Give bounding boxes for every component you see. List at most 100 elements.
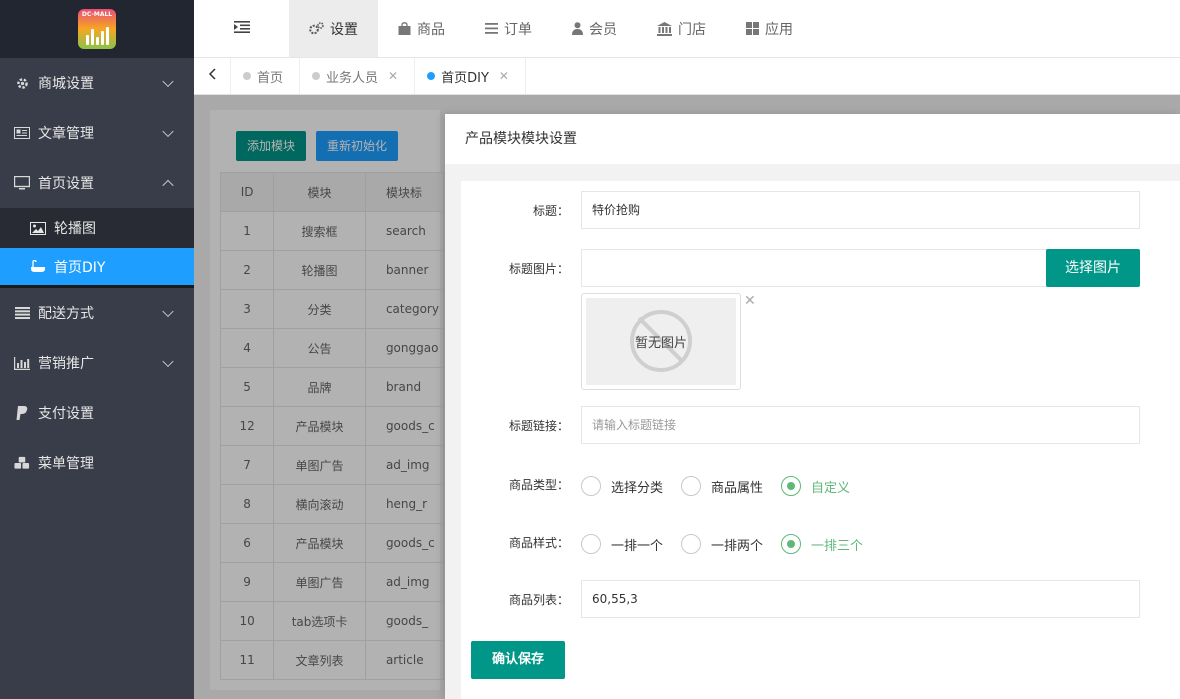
close-icon[interactable]: ✕ — [499, 69, 509, 83]
top-menu-label: 会员 — [589, 21, 617, 38]
sidebar-item-label: 菜单管理 — [38, 456, 94, 472]
indent-icon — [233, 20, 250, 37]
tab-dot-icon — [427, 72, 436, 80]
goods-list-input[interactable]: 60,55,3 — [581, 580, 1140, 618]
goods-type-custom-radio[interactable]: 自定义 — [781, 476, 850, 496]
choose-image-button[interactable]: 选择图片 — [1046, 249, 1140, 287]
chevron-down-icon — [162, 305, 174, 318]
goods-list-label: 商品列表： — [508, 593, 569, 607]
tab-label: 业务人员 — [326, 70, 379, 86]
top-menu-settings[interactable]: 设置 — [289, 0, 378, 57]
settings-form: 标题： 特价抢购 标题图片： 选择图片 暂无图片 ✕ 标题链接： 请输入标题链接… — [461, 181, 1180, 699]
gear-icon — [14, 75, 30, 91]
remove-image-icon[interactable]: ✕ — [744, 293, 756, 309]
title-image-label: 标题图片： — [508, 262, 569, 276]
tab-label: 首页 — [257, 70, 284, 86]
title-image-input[interactable] — [581, 249, 1047, 287]
title-link-input[interactable]: 请输入标题链接 — [581, 406, 1140, 444]
bath-icon — [30, 259, 46, 274]
shopping-bag-icon — [398, 22, 411, 35]
top-menu-orders[interactable]: 订单 — [465, 0, 552, 57]
chevron-down-icon — [162, 75, 174, 88]
chevron-down-icon — [162, 355, 174, 368]
cogs-icon — [309, 22, 324, 35]
tab-dot-icon — [243, 72, 251, 80]
tab-staff[interactable]: 业务人员 ✕ — [300, 58, 416, 94]
top-menu: 设置 商品 订单 会员 门店 应用 — [289, 0, 813, 57]
goods-type-label: 商品类型： — [508, 478, 569, 492]
grid-icon — [746, 22, 759, 35]
top-menu-label: 订单 — [504, 21, 532, 38]
chevron-left-icon — [208, 68, 216, 84]
sidebar-item-homepage-settings[interactable]: 首页设置 — [0, 158, 194, 208]
close-icon[interactable]: ✕ — [388, 69, 398, 83]
top-menu-label: 商品 — [417, 21, 445, 38]
module-settings-panel: 产品模块模块设置 标题： 特价抢购 标题图片： 选择图片 暂无图片 ✕ 标题链接… — [445, 114, 1180, 699]
bank-icon — [657, 21, 672, 36]
sidebar-item-label: 营销推广 — [38, 356, 94, 372]
top-header: 设置 商品 订单 会员 门店 应用 — [194, 0, 1180, 58]
goods-style-three-radio[interactable]: 一排三个 — [781, 534, 863, 554]
goods-type-attribute-radio[interactable]: 商品属性 — [681, 476, 763, 496]
title-input[interactable]: 特价抢购 — [581, 191, 1140, 229]
bar-chart-icon — [14, 355, 30, 371]
top-menu-label: 设置 — [330, 21, 358, 38]
sidebar-item-marketing[interactable]: 营销推广 — [0, 338, 194, 388]
sidebar-item-mall-settings[interactable]: 商城设置 — [0, 58, 194, 108]
top-menu-members[interactable]: 会员 — [552, 0, 637, 57]
tabs-scroll-left-button[interactable] — [194, 58, 231, 94]
title-link-label: 标题链接： — [508, 419, 569, 433]
sidebar-item-label: 配送方式 — [38, 306, 94, 322]
sidebar: DC-MALL 商城设置 文章管理 首页设置 轮播图 首页DIY 配送方式 营销… — [0, 0, 194, 699]
paypal-icon — [14, 405, 30, 421]
sidebar-item-menu-management[interactable]: 菜单管理 — [0, 438, 194, 488]
goods-type-radio-group: 选择分类 商品属性 自定义 — [581, 476, 868, 496]
sidebar-item-delivery[interactable]: 配送方式 — [0, 288, 194, 338]
cubes-icon — [14, 455, 30, 471]
top-menu-apps[interactable]: 应用 — [726, 0, 813, 57]
tab-home[interactable]: 首页 — [231, 58, 301, 94]
sidebar-toggle-button[interactable] — [194, 0, 289, 57]
panel-body: 标题： 特价抢购 标题图片： 选择图片 暂无图片 ✕ 标题链接： 请输入标题链接… — [445, 164, 1180, 699]
goods-style-one-radio[interactable]: 一排一个 — [581, 534, 663, 554]
goods-style-label: 商品样式： — [508, 536, 569, 550]
top-menu-label: 应用 — [765, 21, 793, 38]
sidebar-item-payment[interactable]: 支付设置 — [0, 388, 194, 438]
sidebar-item-label: 文章管理 — [38, 126, 94, 142]
sidebar-nav: 商城设置 文章管理 首页设置 轮播图 首页DIY 配送方式 营销推广 支付设置 … — [0, 58, 194, 488]
top-menu-goods[interactable]: 商品 — [378, 0, 465, 57]
sidebar-submenu: 轮播图 首页DIY — [0, 208, 194, 288]
top-menu-stores[interactable]: 门店 — [637, 0, 726, 57]
tab-label: 首页DIY — [441, 70, 489, 86]
sidebar-subitem-homepage-diy[interactable]: 首页DIY — [0, 248, 194, 288]
no-image-placeholder: 暂无图片 — [586, 298, 736, 385]
logo-area: DC-MALL — [0, 0, 194, 58]
sidebar-item-label: 商城设置 — [38, 76, 94, 92]
image-preview: 暂无图片 — [581, 293, 741, 390]
top-menu-label: 门店 — [678, 21, 706, 38]
sidebar-subitem-carousel[interactable]: 轮播图 — [0, 208, 194, 248]
list-icon — [485, 23, 498, 34]
sidebar-item-label: 支付设置 — [38, 406, 94, 422]
user-icon — [572, 22, 583, 35]
goods-style-two-radio[interactable]: 一排两个 — [681, 534, 763, 554]
sidebar-item-label: 首页设置 — [38, 176, 94, 192]
title-label: 标题： — [532, 204, 569, 218]
monitor-icon — [14, 175, 30, 191]
logo[interactable]: DC-MALL — [78, 9, 116, 49]
page-tabs: 首页 业务人员 ✕ 首页DIY ✕ — [194, 58, 1180, 95]
logo-text: DC-MALL — [81, 11, 113, 18]
panel-title: 产品模块模块设置 — [445, 114, 1180, 164]
chevron-up-icon — [162, 179, 174, 192]
tab-homepage-diy[interactable]: 首页DIY ✕ — [415, 58, 526, 94]
sidebar-subitem-label: 轮播图 — [54, 221, 96, 237]
goods-type-category-radio[interactable]: 选择分类 — [581, 476, 663, 496]
sidebar-subitem-label: 首页DIY — [54, 259, 106, 276]
newspaper-icon — [14, 125, 30, 141]
tab-dot-icon — [312, 72, 321, 80]
sidebar-item-article-management[interactable]: 文章管理 — [0, 108, 194, 158]
list-icon — [14, 305, 30, 321]
goods-style-radio-group: 一排一个 一排两个 一排三个 — [581, 534, 881, 554]
image-icon — [30, 221, 46, 235]
confirm-save-button[interactable]: 确认保存 — [471, 641, 565, 679]
